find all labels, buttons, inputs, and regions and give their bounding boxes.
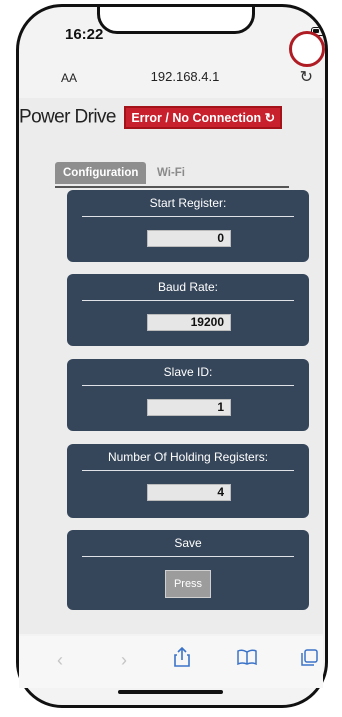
card-label: Start Register: bbox=[149, 196, 227, 210]
card-holding-registers: Number Of Holding Registers: 4 bbox=[67, 444, 309, 518]
status-badge[interactable]: Error / No Connection ↻ bbox=[124, 106, 283, 129]
home-indicator bbox=[118, 690, 223, 694]
start-register-input[interactable]: 0 bbox=[147, 230, 231, 247]
divider bbox=[82, 470, 294, 471]
forward-button[interactable]: › bbox=[121, 650, 127, 671]
share-icon[interactable] bbox=[174, 646, 190, 672]
card-slave-id: Slave ID: 1 bbox=[67, 359, 309, 431]
card-baud-rate: Baud Rate: 19200 bbox=[67, 274, 309, 346]
tab-bar: Configuration Wi-Fi bbox=[55, 162, 289, 188]
browser-toolbar: ‹ › bbox=[19, 636, 323, 688]
press-button[interactable]: Press bbox=[165, 570, 211, 598]
status-time: 16:22 bbox=[65, 26, 104, 43]
card-save: Save Press bbox=[67, 530, 309, 610]
address-bar[interactable]: AA 192.168.4.1 ↻ bbox=[47, 62, 323, 90]
divider bbox=[82, 216, 294, 217]
holding-registers-input[interactable]: 4 bbox=[147, 484, 231, 501]
divider bbox=[82, 385, 294, 386]
bookmarks-icon[interactable] bbox=[237, 649, 257, 670]
page-title: Power Drive bbox=[19, 106, 116, 128]
page-header: Power Drive Error / No Connection ↻ bbox=[19, 106, 283, 130]
divider bbox=[82, 300, 294, 301]
back-button[interactable]: ‹ bbox=[57, 650, 63, 671]
url-text[interactable]: 192.168.4.1 bbox=[47, 69, 323, 84]
card-label: Number Of Holding Registers: bbox=[107, 450, 269, 464]
card-start-register: Start Register: 0 bbox=[67, 190, 309, 262]
card-label: Save bbox=[174, 536, 202, 550]
reload-icon[interactable]: ↻ bbox=[300, 67, 313, 87]
tabs-icon[interactable] bbox=[301, 649, 318, 671]
card-label: Slave ID: bbox=[163, 365, 213, 379]
slave-id-input[interactable]: 1 bbox=[147, 399, 231, 416]
tab-configuration[interactable]: Configuration bbox=[55, 162, 147, 184]
tab-wifi[interactable]: Wi-Fi bbox=[149, 162, 193, 184]
phone-notch bbox=[97, 7, 255, 34]
divider bbox=[82, 556, 294, 557]
baud-rate-input[interactable]: 19200 bbox=[147, 314, 231, 331]
card-label: Baud Rate: bbox=[157, 280, 219, 294]
